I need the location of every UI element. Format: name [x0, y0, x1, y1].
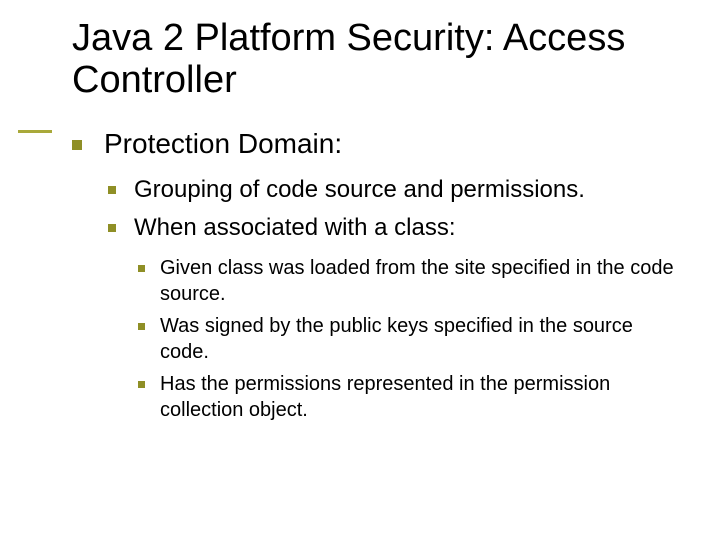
bullet-text: Was signed by the public keys specified … [160, 315, 633, 363]
bullet-list-level-3: Given class was loaded from the site spe… [134, 255, 676, 423]
bullet-text: When associated with a class: [134, 214, 455, 241]
title-underline [18, 130, 52, 133]
list-item: Has the permissions represented in the p… [134, 371, 676, 423]
slide-title: Java 2 Platform Security: Access Control… [72, 18, 676, 102]
bullet-list-level-2: Grouping of code source and permissions.… [104, 174, 676, 423]
bullet-text: Grouping of code source and permissions. [134, 176, 585, 203]
bullet-text: Given class was loaded from the site spe… [160, 257, 674, 305]
bullet-text: Protection Domain: [104, 128, 342, 159]
list-item: When associated with a class: Given clas… [104, 212, 676, 422]
bullet-list-level-1: Protection Domain: Grouping of code sour… [72, 126, 676, 423]
list-item: Protection Domain: Grouping of code sour… [72, 126, 676, 423]
slide: Java 2 Platform Security: Access Control… [0, 0, 720, 540]
list-item: Grouping of code source and permissions. [104, 174, 676, 206]
list-item: Given class was loaded from the site spe… [134, 255, 676, 307]
list-item: Was signed by the public keys specified … [134, 313, 676, 365]
bullet-text: Has the permissions represented in the p… [160, 373, 610, 421]
